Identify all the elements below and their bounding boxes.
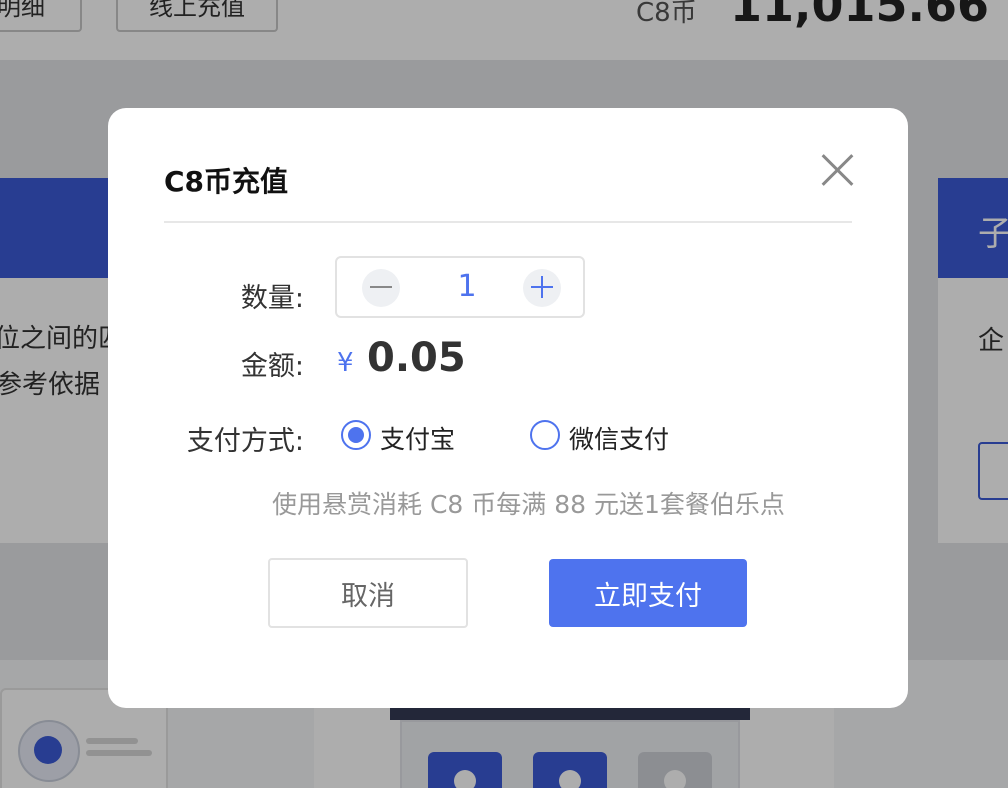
- currency-symbol: ¥: [337, 348, 354, 378]
- plus-icon[interactable]: [523, 269, 561, 307]
- amount-label: 金额:: [240, 351, 304, 382]
- title-divider: [164, 221, 852, 223]
- bonus-hint: 使用悬赏消耗 C8 币每满 88 元送1套餐伯乐点: [272, 490, 785, 519]
- amount-value: 0.05: [367, 335, 466, 381]
- alipay-label[interactable]: 支付宝: [380, 420, 455, 456]
- wechat-pay-radio[interactable]: [530, 420, 560, 450]
- alipay-radio[interactable]: [341, 420, 371, 450]
- quantity-label: 数量:: [240, 283, 304, 314]
- wechat-pay-label[interactable]: 微信支付: [569, 420, 669, 456]
- pay-now-button[interactable]: 立即支付: [549, 559, 747, 627]
- payment-method-label: 支付方式:: [186, 426, 304, 457]
- minus-icon[interactable]: [362, 269, 400, 307]
- dialog-title: C8币充值: [164, 165, 289, 198]
- close-icon[interactable]: [820, 152, 856, 188]
- cancel-button[interactable]: 取消: [268, 558, 468, 628]
- recharge-dialog: C8币充值 数量: 金额: ¥ 0.05 支付方式: 支付宝 微信支付 使用悬赏…: [108, 108, 908, 708]
- quantity-stepper: [335, 256, 585, 318]
- quantity-input[interactable]: [412, 258, 522, 316]
